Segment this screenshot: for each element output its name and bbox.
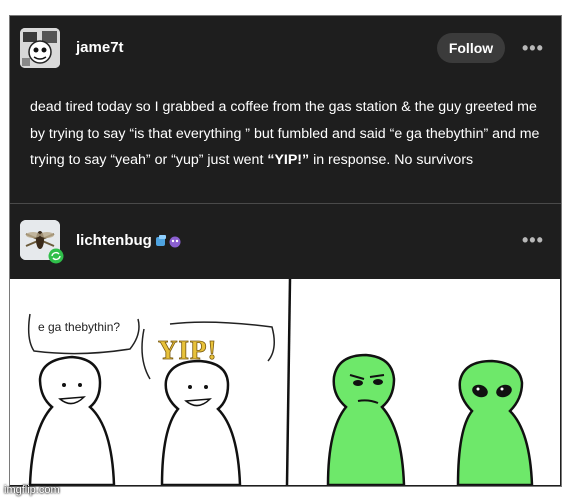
tumblr-post-card: jame7t Follow ••• dead tired today so I … <box>9 15 562 487</box>
post-username[interactable]: jame7t <box>76 39 124 56</box>
speech-text-2: YIP! <box>158 335 218 365</box>
reblog-more-options-icon[interactable]: ••• <box>522 230 544 251</box>
person-1-figure <box>28 355 116 485</box>
jame7t-avatar[interactable] <box>20 28 60 68</box>
alien-2-figure <box>456 359 534 485</box>
more-options-icon[interactable]: ••• <box>522 38 544 59</box>
post-text-end: in response. No survivors <box>309 152 474 168</box>
post-body-text: dead tired today so I grabbed a coffee f… <box>30 94 550 174</box>
post-header: jame7t Follow ••• <box>10 16 561 78</box>
reblog-username[interactable]: lichtenbug <box>76 232 152 249</box>
post-divider <box>10 203 561 204</box>
imgflip-watermark: imgflip.com <box>4 484 60 496</box>
speech-text-1: e ga thebythin? <box>38 320 120 334</box>
follow-button[interactable]: Follow <box>437 33 505 63</box>
panel-divider <box>285 279 292 485</box>
person-2-figure <box>160 359 242 485</box>
badge-icons <box>156 235 181 248</box>
post-text-bold: “YIP!” <box>267 152 310 168</box>
alien-1-figure <box>326 353 406 485</box>
reblog-badge-icon <box>48 248 64 264</box>
comic-image: e ga thebythin? YIP! <box>10 279 560 485</box>
